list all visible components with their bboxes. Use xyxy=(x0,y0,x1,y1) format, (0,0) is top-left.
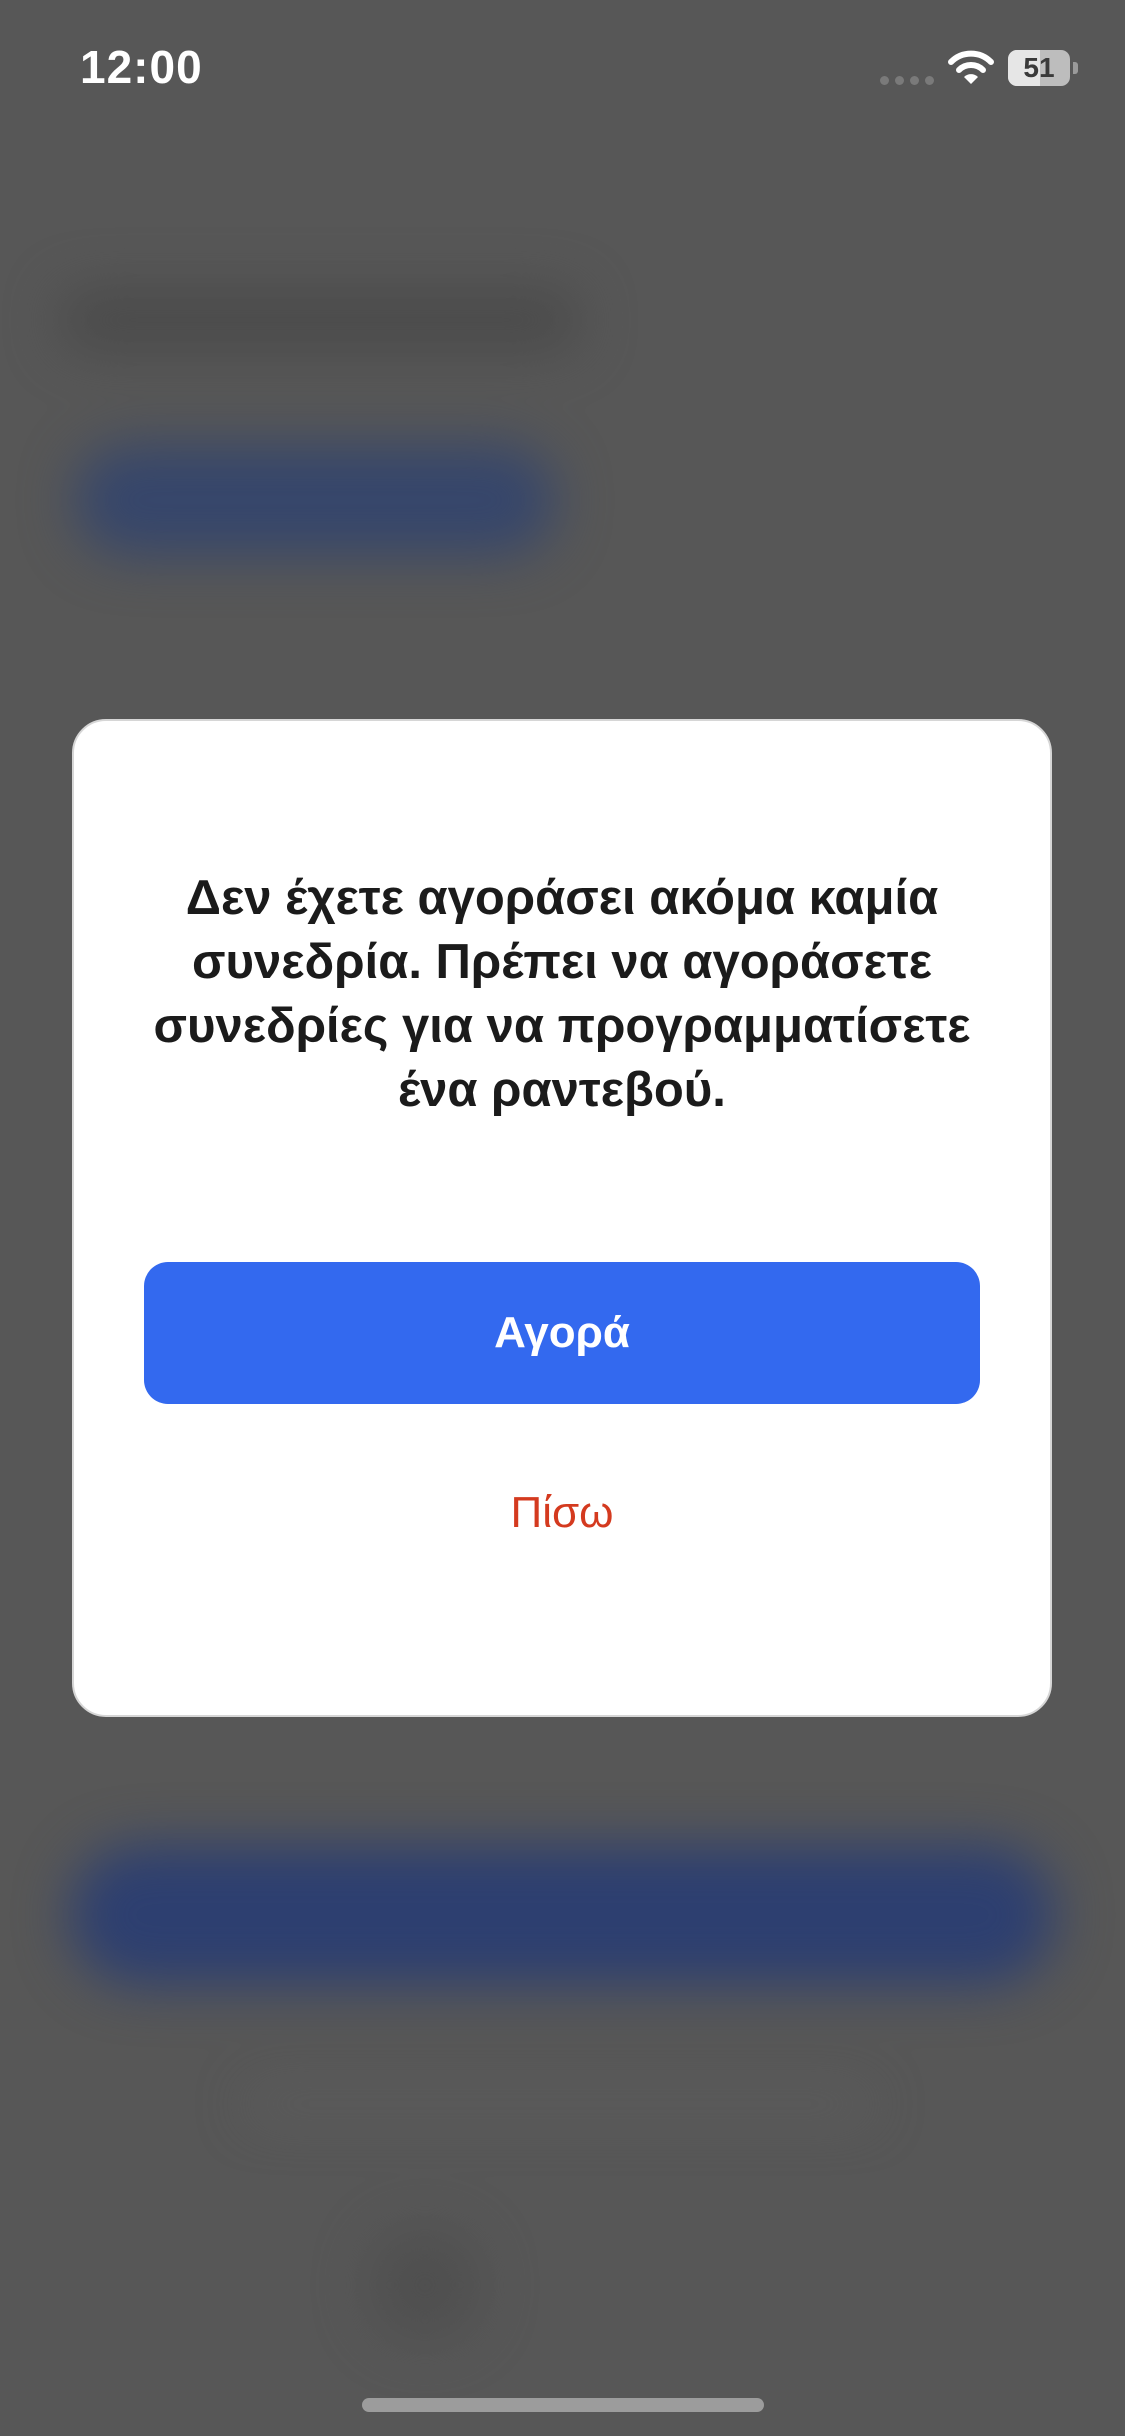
signal-icon xyxy=(880,76,936,86)
background-text-line xyxy=(250,2095,870,2113)
battery-icon: 51 xyxy=(1008,50,1078,88)
background-heading xyxy=(60,290,580,350)
status-bar: 12:00 51 xyxy=(0,0,1125,140)
status-time: 12:00 xyxy=(80,41,203,93)
dialog-message: Δεν έχετε αγοράσει ακόμα καμία συνεδρία.… xyxy=(153,871,971,1117)
purchase-required-dialog: Δεν έχετε αγοράσει ακόμα καμία συνεδρία.… xyxy=(72,719,1052,1717)
background-wide-button xyxy=(70,1845,1055,1985)
home-indicator[interactable] xyxy=(362,2398,764,2412)
back-button[interactable]: Πίσω xyxy=(412,1473,712,1553)
purchase-button[interactable]: Αγορά xyxy=(144,1262,980,1404)
battery-body: 51 xyxy=(1008,50,1070,86)
battery-tip xyxy=(1073,62,1078,74)
battery-level: 51 xyxy=(1023,52,1055,83)
wifi-icon xyxy=(948,50,994,84)
background-pill-button xyxy=(75,445,555,555)
background-circle xyxy=(370,2230,480,2340)
